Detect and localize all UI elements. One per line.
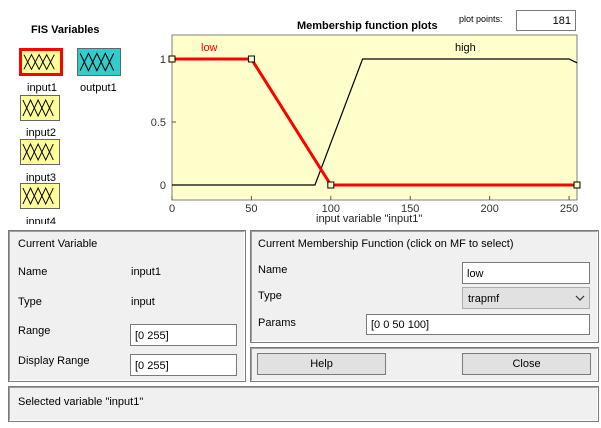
variable-type-label: Type (18, 296, 42, 308)
x-axis-label: input variable "input1" (316, 213, 422, 225)
mf-vertex-handle[interactable] (573, 181, 581, 189)
display-range-input[interactable]: [0 255] (130, 354, 237, 376)
display-range-label: Display Range (18, 355, 90, 367)
mf-vertex-handle[interactable] (327, 181, 335, 189)
variable-name-value: input1 (131, 266, 161, 278)
y-tick-label: 1 (160, 54, 166, 66)
membership-function-plot[interactable]: 0 50 100 150 200 250 00.51 low high input var… (0, 0, 601, 228)
mf-params-input[interactable]: [0 0 50 100] (366, 314, 590, 335)
mf-type-label: Type (258, 290, 282, 302)
mf-label-low[interactable]: low (201, 42, 218, 54)
x-tick-label: 200 (480, 203, 498, 215)
mf-type-value: trapmf (468, 293, 500, 305)
help-button[interactable]: Help (257, 353, 386, 375)
chevron-down-icon (575, 295, 585, 301)
x-tick-label: 250 (560, 203, 578, 215)
status-text: Selected variable "input1" (18, 396, 144, 408)
mf-params-label: Params (258, 317, 296, 329)
mf-name-input[interactable]: low (462, 262, 590, 284)
current-mf-title: Current Membership Function (click on MF… (258, 238, 514, 250)
close-button[interactable]: Close (462, 353, 591, 375)
range-label: Range (18, 325, 51, 337)
y-tick-label: 0 (160, 180, 166, 192)
mf-label-high[interactable]: high (455, 42, 476, 54)
current-variable-title: Current Variable (18, 238, 98, 250)
mf-vertex-handle[interactable] (168, 55, 176, 63)
variable-name-label: Name (18, 266, 48, 278)
x-tick-label: 50 (245, 203, 257, 215)
mf-vertex-handle[interactable] (247, 55, 255, 63)
x-tick-label: 0 (169, 203, 175, 215)
variable-type-value: input (131, 296, 155, 308)
y-tick-label: 0.5 (151, 117, 166, 129)
mf-name-label: Name (258, 264, 288, 276)
range-input[interactable]: [0 255] (130, 324, 237, 346)
mf-type-dropdown[interactable]: trapmf (462, 287, 590, 309)
